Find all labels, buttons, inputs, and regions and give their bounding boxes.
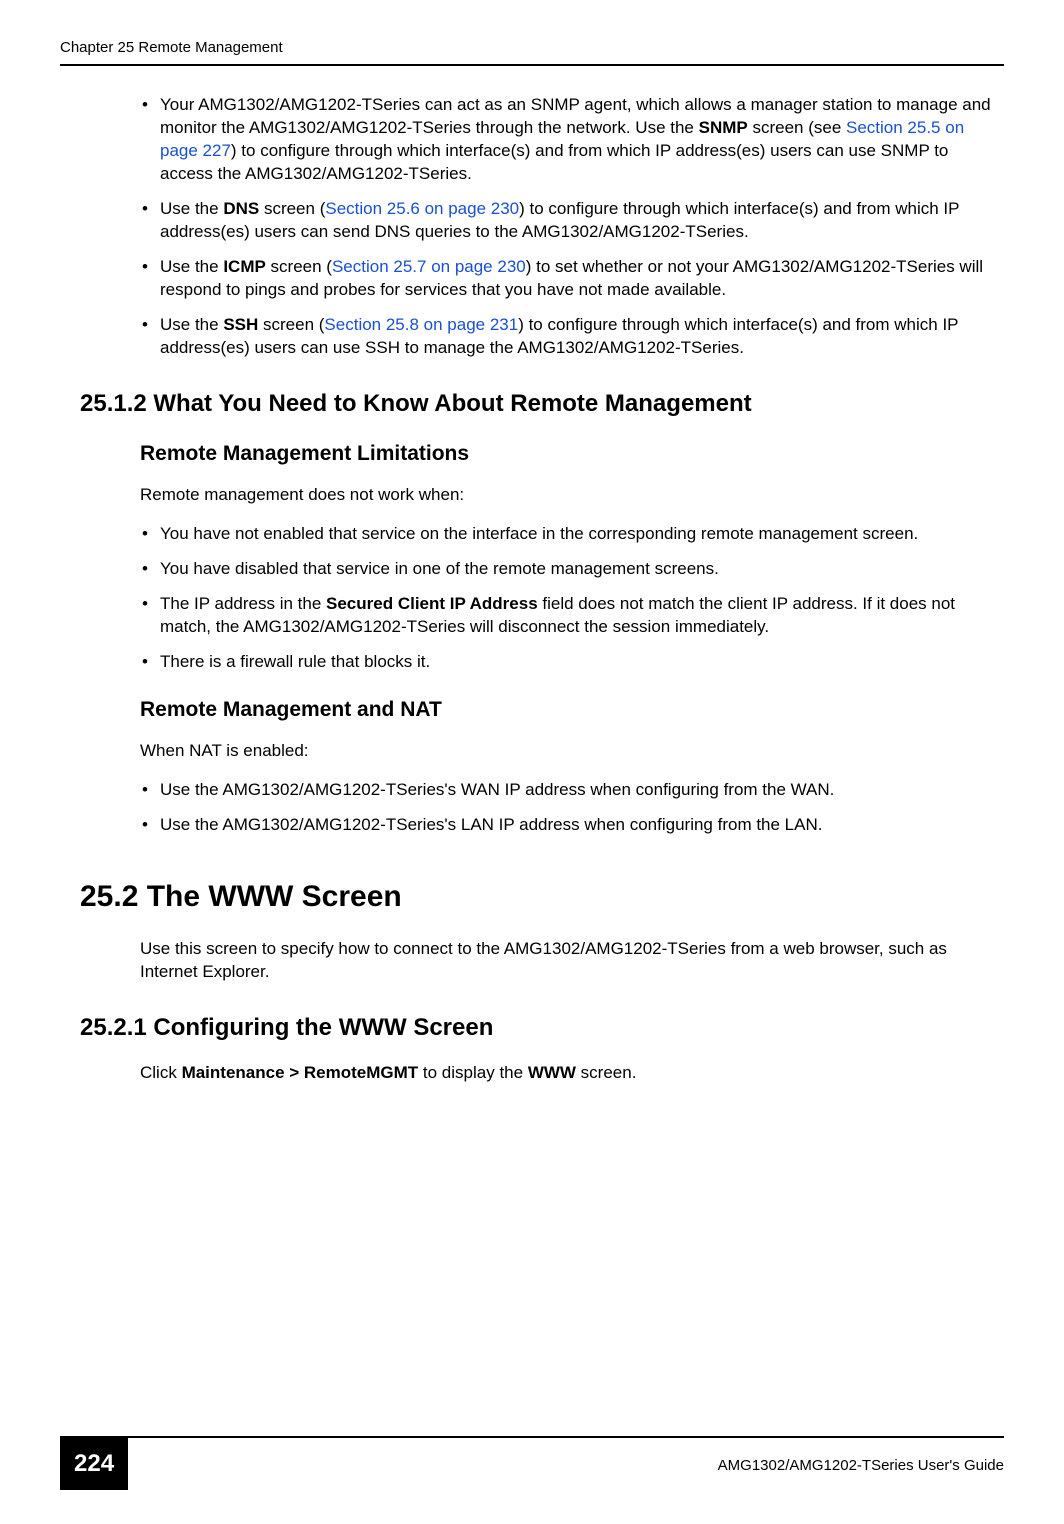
bold-term: DNS bbox=[223, 199, 259, 218]
bold-term: SNMP bbox=[699, 118, 748, 137]
list-item: Use the DNS screen (Section 25.6 on page… bbox=[140, 198, 1004, 244]
text-fragment: screen ( bbox=[258, 315, 324, 334]
limitations-bullet-list: You have not enabled that service on the… bbox=[140, 523, 1004, 674]
cross-reference-link[interactable]: Section 25.6 on page 230 bbox=[325, 199, 519, 218]
list-item: Use the SSH screen (Section 25.8 on page… bbox=[140, 314, 1004, 360]
heading-25-1-2: 25.1.2 What You Need to Know About Remot… bbox=[80, 388, 1004, 420]
bold-term: Maintenance > RemoteMGMT bbox=[182, 1063, 419, 1082]
text-fragment: Click bbox=[140, 1063, 182, 1082]
text-fragment: Use the bbox=[160, 257, 223, 276]
content-area: Your AMG1302/AMG1202-TSeries can act as … bbox=[60, 94, 1004, 1085]
bold-term: ICMP bbox=[223, 257, 266, 276]
text-fragment: The IP address in the bbox=[160, 594, 326, 613]
header-chapter: Chapter 25 Remote Management bbox=[60, 38, 283, 58]
cross-reference-link[interactable]: Section 25.7 on page 230 bbox=[332, 257, 526, 276]
heading-nat: Remote Management and NAT bbox=[140, 696, 1004, 724]
paragraph: Remote management does not work when: bbox=[140, 484, 1004, 507]
text-fragment: Use the bbox=[160, 199, 223, 218]
text-fragment: screen (see bbox=[748, 118, 846, 137]
heading-25-2: 25.2 The WWW Screen bbox=[80, 877, 1004, 918]
text-fragment: screen ( bbox=[259, 199, 325, 218]
text-fragment: ) to configure through which interface(s… bbox=[160, 141, 948, 183]
list-item: You have not enabled that service on the… bbox=[140, 523, 1004, 546]
page-footer: 224 AMG1302/AMG1202-TSeries User's Guide bbox=[60, 1436, 1004, 1490]
paragraph: Click Maintenance > RemoteMGMT to displa… bbox=[140, 1062, 1004, 1085]
guide-title: AMG1302/AMG1202-TSeries User's Guide bbox=[718, 1456, 1004, 1476]
paragraph: Use this screen to specify how to connec… bbox=[140, 938, 1004, 984]
list-item: There is a firewall rule that blocks it. bbox=[140, 651, 1004, 674]
page-number-badge: 224 bbox=[60, 1438, 128, 1490]
bold-term: Secured Client IP Address bbox=[326, 594, 538, 613]
list-item: Use the AMG1302/AMG1202-TSeries's LAN IP… bbox=[140, 814, 1004, 837]
paragraph: When NAT is enabled: bbox=[140, 740, 1004, 763]
text-fragment: to display the bbox=[418, 1063, 528, 1082]
page-container: Chapter 25 Remote Management Your AMG130… bbox=[0, 0, 1064, 1524]
list-item: Use the AMG1302/AMG1202-TSeries's WAN IP… bbox=[140, 779, 1004, 802]
running-header: Chapter 25 Remote Management bbox=[60, 38, 1004, 66]
list-item: Your AMG1302/AMG1202-TSeries can act as … bbox=[140, 94, 1004, 186]
bold-term: SSH bbox=[223, 315, 258, 334]
text-fragment: screen ( bbox=[266, 257, 332, 276]
heading-25-2-1: 25.2.1 Configuring the WWW Screen bbox=[80, 1012, 1004, 1044]
list-item: You have disabled that service in one of… bbox=[140, 558, 1004, 581]
nat-bullet-list: Use the AMG1302/AMG1202-TSeries's WAN IP… bbox=[140, 779, 1004, 837]
list-item: The IP address in the Secured Client IP … bbox=[140, 593, 1004, 639]
bold-term: WWW bbox=[528, 1063, 576, 1082]
cross-reference-link[interactable]: Section 25.8 on page 231 bbox=[324, 315, 518, 334]
heading-limitations: Remote Management Limitations bbox=[140, 440, 1004, 468]
list-item: Use the ICMP screen (Section 25.7 on pag… bbox=[140, 256, 1004, 302]
text-fragment: Use the bbox=[160, 315, 223, 334]
intro-bullet-list: Your AMG1302/AMG1202-TSeries can act as … bbox=[140, 94, 1004, 359]
footer-line: 224 AMG1302/AMG1202-TSeries User's Guide bbox=[60, 1436, 1004, 1490]
text-fragment: screen. bbox=[576, 1063, 636, 1082]
